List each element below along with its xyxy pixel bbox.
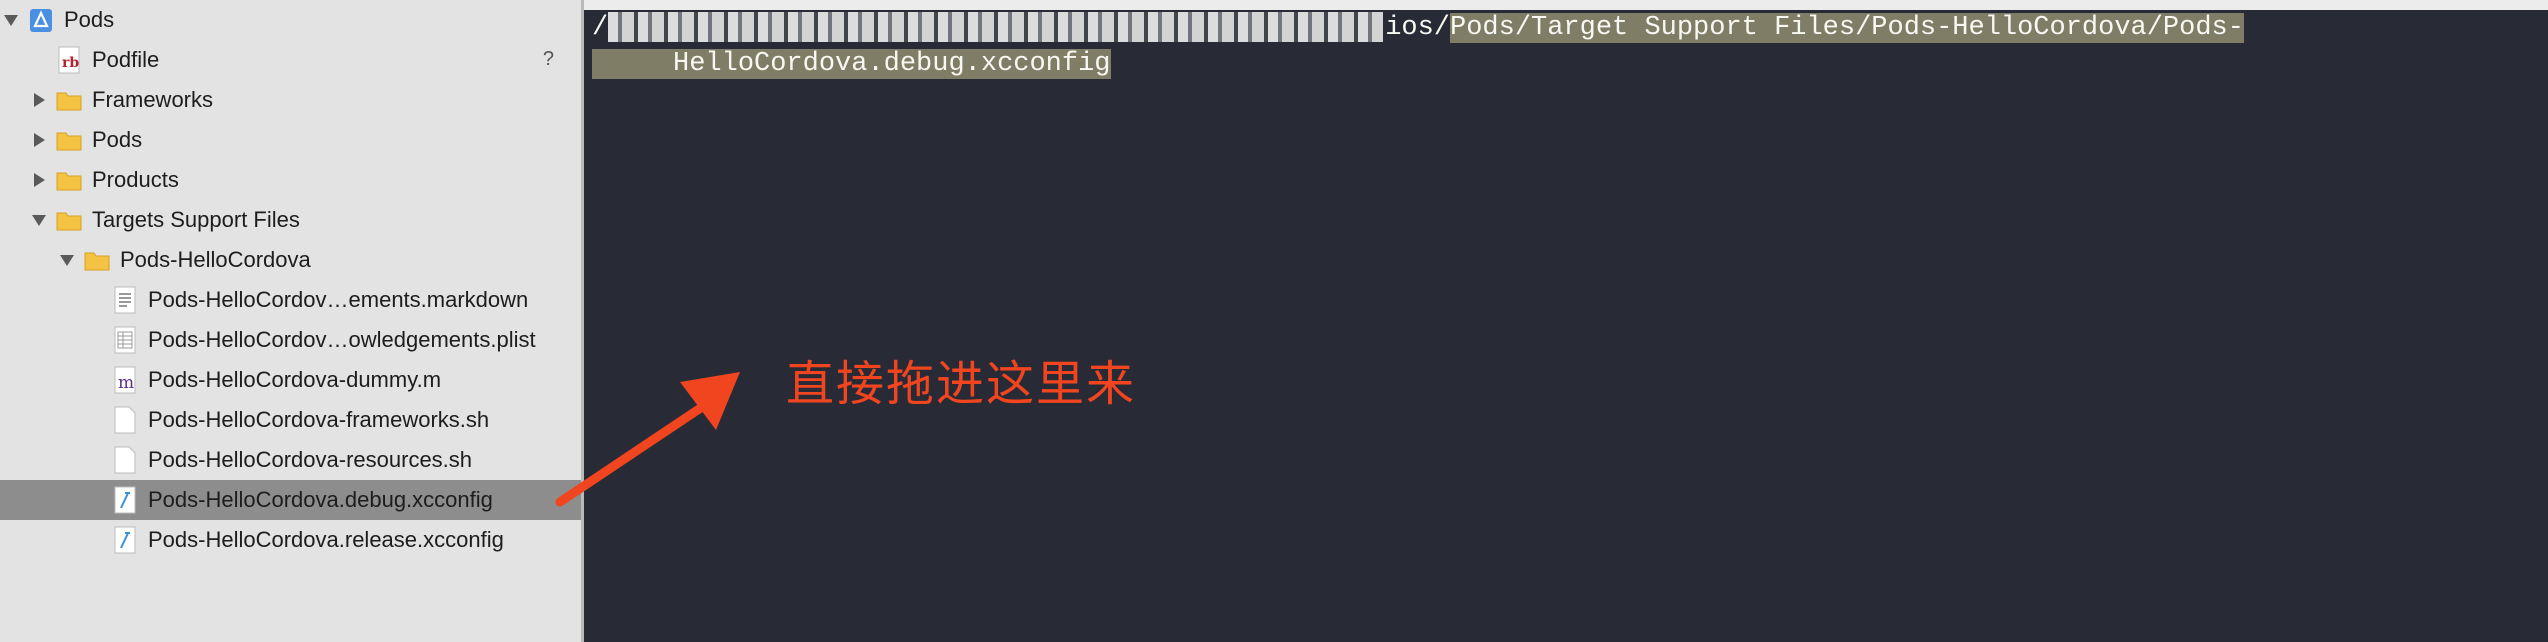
path-selection-highlight: HelloCordova.debug.xcconfig [673,49,1111,79]
terminal-top-border [584,0,2548,10]
path-prefix: / [592,13,609,43]
nav-item-file[interactable]: Pods-HelloCordova.release.xcconfig [0,520,581,560]
markdown-file-icon [112,286,138,314]
disclosure-collapsed-icon[interactable] [30,171,48,189]
disclosure-collapsed-icon[interactable] [30,131,48,149]
source-control-status-badge: ? [542,48,554,70]
annotation-text: 直接拖进这里来 [786,356,1137,412]
nav-item-file[interactable]: Pods-HelloCordov…ements.markdown [0,280,581,320]
nav-item-label: Pods-HelloCordova.debug.xcconfig [148,487,493,512]
nav-item-file[interactable]: m Pods-HelloCordova-dummy.m [0,360,581,400]
nav-item-label: Products [92,167,179,192]
disclosure-expanded-icon[interactable] [2,11,20,29]
folder-icon [56,126,82,154]
nav-item-label: Targets Support Files [92,207,300,232]
disclosure-expanded-icon[interactable] [58,251,76,269]
path-indent [592,49,674,79]
nav-item-label: Pods-HelloCordova [120,247,311,272]
path-visible-segment: ios/ [1385,13,1451,43]
project-navigator: Pods rb Podfile ? Frameworks Pods Produc… [0,0,584,642]
nav-item-label: Podfile [92,47,160,72]
path-selection-highlight: Pods/Target Support Files/Pods-HelloCord… [1450,13,2244,43]
svg-text:rb: rb [62,55,79,71]
nav-item-label: Pods-HelloCordova.release.xcconfig [148,527,504,552]
plist-file-icon [112,326,138,354]
nav-item-label: Pods-HelloCordova-frameworks.sh [148,407,490,432]
nav-item-label: Pods [64,7,115,32]
nav-item-frameworks[interactable]: Frameworks [0,80,581,120]
disclosure-collapsed-icon[interactable] [30,91,48,109]
nav-item-pods-hellocordova[interactable]: Pods-HelloCordova [0,240,581,280]
nav-item-file[interactable]: Pods-HelloCordova-resources.sh [0,440,581,480]
nav-item-label: Pods-HelloCordov…owledgements.plist [148,327,536,352]
svg-text:m: m [118,373,134,393]
folder-icon [56,206,82,234]
xcode-project-icon [28,6,54,34]
nav-item-label: Frameworks [92,87,214,112]
shell-file-icon [112,446,138,474]
xcconfig-file-icon [112,486,138,514]
disclosure-expanded-icon[interactable] [30,211,48,229]
nav-item-label: Pods-HelloCordova-dummy.m [148,367,442,392]
terminal-window[interactable]: / ios/Pods/Target Support Files/Pods-Hell… [584,0,2548,642]
nav-item-file[interactable]: Pods-HelloCordov…owledgements.plist [0,320,581,360]
xcconfig-file-icon [112,526,138,554]
nav-item-label: Pods-HelloCordova-resources.sh [148,447,473,472]
folder-icon [56,166,82,194]
nav-item-pods-folder[interactable]: Pods [0,120,581,160]
folder-icon [84,246,110,274]
objc-file-icon: m [112,366,138,394]
terminal-path-line-2: HelloCordova.debug.xcconfig [592,46,1111,82]
nav-item-products[interactable]: Products [0,160,581,200]
terminal-path-line-1: / ios/Pods/Target Support Files/Pods-Hell… [592,10,2244,46]
redacted-path-segment [608,11,1384,42]
nav-item-pods-project[interactable]: Pods [0,0,581,40]
nav-item-file-selected[interactable]: Pods-HelloCordova.debug.xcconfig [0,480,581,520]
nav-item-label: Pods-HelloCordov…ements.markdown [148,287,529,312]
ruby-file-icon: rb [56,46,82,74]
nav-item-podfile[interactable]: rb Podfile ? [0,40,581,80]
nav-item-label: Pods [92,127,143,152]
nav-item-targets-support-files[interactable]: Targets Support Files [0,200,581,240]
nav-item-file[interactable]: Pods-HelloCordova-frameworks.sh [0,400,581,440]
shell-file-icon [112,406,138,434]
folder-icon [56,86,82,114]
